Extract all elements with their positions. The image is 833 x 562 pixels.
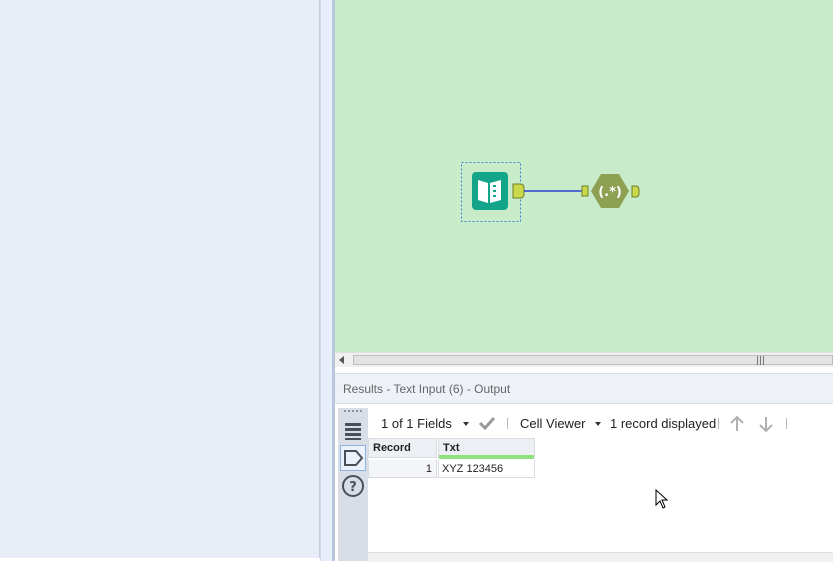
left-panel	[0, 0, 320, 558]
svg-text:?: ?	[349, 480, 357, 495]
apply-check-icon[interactable]	[478, 416, 496, 430]
arrow-up-icon[interactable]	[728, 415, 746, 433]
regex-label: (.*)	[598, 185, 622, 200]
tag-icon	[344, 450, 364, 466]
results-header: Results - Text Input (6) - Output	[335, 373, 833, 404]
viewer-dropdown-icon[interactable]	[595, 422, 601, 426]
output-anchor[interactable]	[512, 183, 525, 199]
toolbar-separator	[718, 418, 719, 429]
table-view-icon	[345, 423, 361, 440]
text-input-tool[interactable]	[472, 172, 508, 210]
toolbar-separator	[507, 418, 508, 429]
canvas-horizontal-scrollbar[interactable]: |||	[335, 352, 833, 368]
mouse-cursor-icon	[655, 489, 669, 509]
help-icon: ?	[342, 475, 364, 497]
scroll-thumb[interactable]: |||	[353, 355, 833, 366]
scroll-left-icon[interactable]	[339, 356, 344, 364]
fields-dropdown-icon[interactable]	[463, 422, 469, 426]
scroll-grip-icon: |||	[756, 356, 766, 366]
help-button[interactable]: ?	[340, 473, 366, 499]
record-count: 1 record displayed	[610, 416, 717, 431]
workflow-canvas-svg: (.*)	[461, 162, 640, 222]
results-side-toolbar: ?	[338, 408, 368, 561]
column-header-record[interactable]: Record	[368, 438, 437, 458]
results-toolbar: 1 of 1 Fields Cell Viewer 1 record displ…	[370, 410, 833, 436]
txt-value-cell[interactable]: XYZ 123456	[438, 460, 535, 478]
arrow-down-icon[interactable]	[757, 415, 775, 433]
table-view-button[interactable]	[340, 418, 366, 444]
metadata-view-button[interactable]	[340, 445, 366, 471]
regex-tool[interactable]: (.*)	[591, 174, 629, 208]
fields-selector[interactable]: 1 of 1 Fields	[381, 416, 452, 431]
regex-output-anchor[interactable]	[631, 185, 640, 198]
toolbar-grip	[344, 410, 362, 414]
input-anchor[interactable]	[581, 185, 589, 197]
viewer-selector[interactable]: Cell Viewer	[520, 416, 586, 431]
column-quality-bar	[439, 455, 534, 459]
workflow-canvas[interactable]: (.*)	[335, 0, 833, 352]
record-number-cell[interactable]: 1	[368, 460, 437, 478]
toolbar-separator	[786, 418, 787, 429]
results-title: Results - Text Input (6) - Output	[343, 382, 511, 396]
